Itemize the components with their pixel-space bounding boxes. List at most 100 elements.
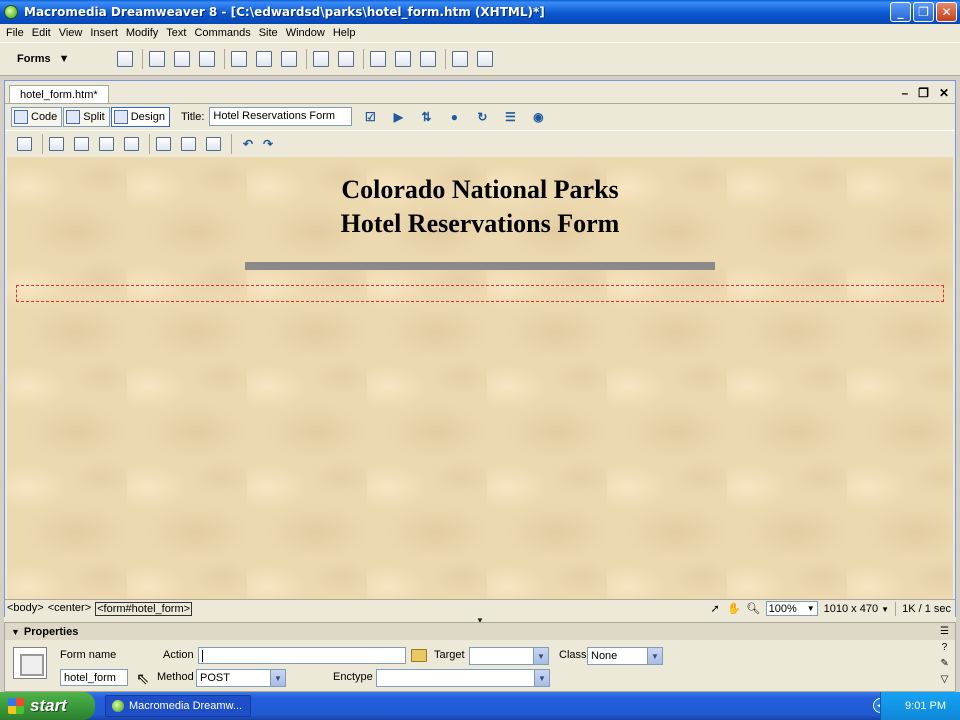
class-label: Class: [559, 649, 587, 661]
chevron-down-icon: ▼: [647, 648, 662, 664]
file-management-icon[interactable]: ⇅: [416, 109, 436, 125]
redo-icon[interactable]: ↷: [258, 136, 278, 152]
menu-file[interactable]: File: [2, 27, 28, 39]
button-icon[interactable]: [420, 51, 436, 67]
toolbar-separator: [142, 49, 143, 69]
hidden-field-icon[interactable]: [174, 51, 190, 67]
properties-title: Properties: [23, 625, 79, 638]
help-icon[interactable]: ?: [942, 642, 948, 653]
design-view-button[interactable]: Design: [110, 106, 170, 127]
menu-help[interactable]: Help: [329, 27, 360, 39]
enctype-select[interactable]: ▼: [376, 669, 550, 687]
hand-tool-icon[interactable]: ✋: [727, 602, 741, 615]
quick-tag-editor-icon[interactable]: ✎: [940, 658, 948, 669]
insert-category-menu[interactable]: Forms ▼: [17, 53, 117, 65]
view-options-icon[interactable]: ☰: [500, 109, 520, 125]
browse-folder-icon[interactable]: [411, 649, 427, 662]
window-size-display[interactable]: 1010 x 470 ▼: [824, 603, 889, 615]
action-input[interactable]: [198, 647, 406, 664]
browser-check-icon[interactable]: ☑: [360, 109, 380, 125]
system-tray: 9:01 PM: [880, 692, 960, 720]
text-caret: [202, 649, 203, 662]
visual-aids-icon[interactable]: ◉: [528, 109, 548, 125]
code-view-label: Code: [31, 110, 58, 123]
insert-bar: Forms ▼: [0, 42, 960, 76]
zoom-select[interactable]: 100% ▼: [765, 601, 818, 616]
code-view-button[interactable]: Code: [11, 106, 63, 127]
preview-in-browser-icon[interactable]: ●: [444, 109, 464, 125]
menu-site[interactable]: Site: [255, 27, 282, 39]
menu-insert[interactable]: Insert: [86, 27, 122, 39]
tag-form[interactable]: <form#hotel_form>: [95, 601, 193, 616]
method-select[interactable]: POST ▼: [196, 669, 286, 687]
refresh-icon[interactable]: ↻: [472, 109, 492, 125]
menu-view[interactable]: View: [55, 27, 87, 39]
toolbar-separator: [42, 133, 43, 154]
title-input[interactable]: Hotel Reservations Form: [209, 107, 353, 126]
form-icon[interactable]: [117, 51, 133, 67]
windows-logo-icon: [8, 698, 24, 714]
tag-body[interactable]: <body>: [7, 602, 44, 616]
method-label: Method: [157, 671, 194, 683]
design-canvas[interactable]: Colorado National Parks Hotel Reservatio…: [7, 157, 953, 599]
expand-triangle-icon: ▼: [11, 626, 20, 637]
new-document-icon[interactable]: [17, 136, 32, 151]
toolbar-separator: [445, 49, 446, 69]
text-field-icon[interactable]: [149, 51, 165, 67]
horizontal-rule[interactable]: [245, 262, 715, 270]
form-outline[interactable]: [16, 285, 944, 302]
copy-icon[interactable]: [181, 136, 196, 151]
class-select[interactable]: None ▼: [587, 647, 663, 665]
cut-icon[interactable]: [156, 136, 171, 151]
save-icon[interactable]: [99, 136, 114, 151]
target-label: Target: [434, 649, 465, 661]
fieldset-icon[interactable]: [477, 51, 493, 67]
undo-icon[interactable]: ↶: [238, 136, 258, 152]
chevron-down-icon: ▼: [534, 670, 549, 686]
file-field-icon[interactable]: [395, 51, 411, 67]
menu-edit[interactable]: Edit: [28, 27, 55, 39]
minimize-button[interactable]: _: [890, 2, 911, 22]
pointer-tool-icon[interactable]: ➚: [709, 602, 722, 615]
open-icon[interactable]: [49, 136, 64, 151]
image-field-icon[interactable]: [370, 51, 386, 67]
print-icon[interactable]: [124, 136, 139, 151]
menu-window[interactable]: Window: [282, 27, 329, 39]
form-name-input[interactable]: hotel_form: [60, 669, 128, 686]
doc-minimize-icon[interactable]: –: [901, 86, 908, 100]
window-size-value: 1010 x 470: [823, 602, 879, 615]
paste-icon[interactable]: [206, 136, 221, 151]
start-button[interactable]: start: [0, 692, 95, 720]
doc-restore-icon[interactable]: ❐: [918, 86, 929, 100]
menu-modify[interactable]: Modify: [122, 27, 162, 39]
textarea-icon[interactable]: [199, 51, 215, 67]
menu-bar: File Edit View Insert Modify Text Comman…: [0, 24, 960, 42]
target-select[interactable]: ▼: [469, 647, 549, 665]
dreamweaver-icon: [112, 700, 124, 712]
jump-menu-icon[interactable]: [338, 51, 354, 67]
doc-close-icon[interactable]: ✕: [939, 86, 949, 100]
label-icon[interactable]: [452, 51, 468, 67]
split-view-button[interactable]: Split: [63, 106, 110, 127]
checkbox-icon[interactable]: [231, 51, 247, 67]
taskbar-item-dreamweaver[interactable]: Macromedia Dreamw...: [105, 695, 251, 717]
radio-group-icon[interactable]: [281, 51, 297, 67]
document-tab[interactable]: hotel_form.htm*: [9, 85, 109, 104]
insert-category-label: Forms: [17, 53, 51, 65]
chevron-down-icon: ▼: [58, 53, 70, 65]
collapse-icon[interactable]: ▽: [941, 674, 949, 685]
options-menu-icon[interactable]: ☰: [940, 626, 949, 637]
close-button[interactable]: ✕: [936, 2, 957, 22]
clock[interactable]: 9:01 PM: [905, 700, 946, 712]
browse-in-bridge-icon[interactable]: [74, 136, 89, 151]
zoom-tool-icon[interactable]: 🔍︎: [746, 602, 760, 615]
menu-commands[interactable]: Commands: [190, 27, 254, 39]
validate-markup-icon[interactable]: ▶: [388, 109, 408, 125]
property-inspector: ▼ Properties Form name hotel_form ⇖ Acti…: [4, 622, 956, 692]
properties-header[interactable]: ▼ Properties: [5, 623, 955, 640]
restore-button[interactable]: ❐: [913, 2, 934, 22]
tag-center[interactable]: <center>: [48, 602, 91, 616]
radio-button-icon[interactable]: [256, 51, 272, 67]
list-menu-icon[interactable]: [313, 51, 329, 67]
menu-text[interactable]: Text: [162, 27, 190, 39]
